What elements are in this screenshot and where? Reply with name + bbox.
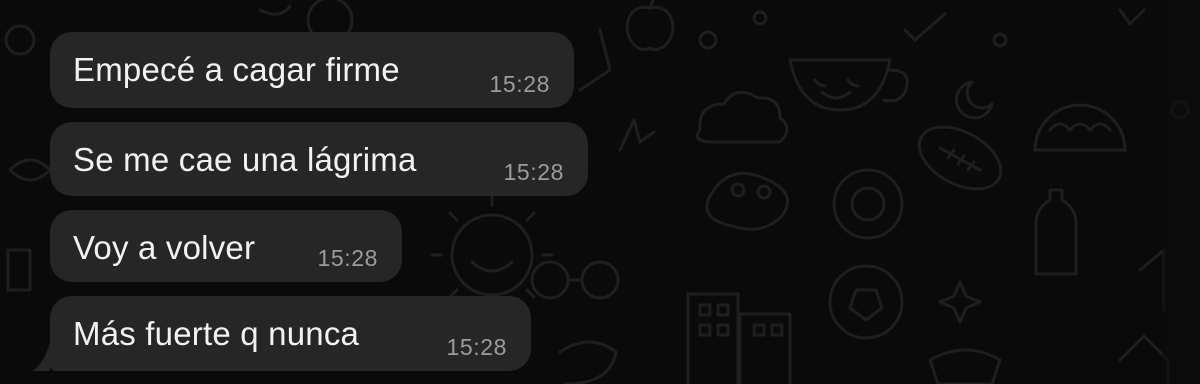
taco-icon: [1033, 103, 1127, 152]
building-icon: [686, 292, 792, 384]
apple-icon: [625, 0, 675, 51]
message-text: Se me cae una lágrima: [73, 141, 417, 178]
message-bubble[interactable]: Voy a volver 15:28: [50, 210, 402, 282]
blob-face-icon: [705, 171, 790, 231]
cloud-icon: [695, 90, 789, 144]
message-time: 15:28: [503, 159, 564, 185]
message-time: 15:28: [446, 334, 507, 360]
soccer-ball-icon: [828, 264, 904, 340]
message-time: 15:28: [489, 71, 550, 97]
message-time: 15:28: [317, 245, 378, 271]
message-bubble[interactable]: Empecé a cagar firme 15:28: [50, 32, 574, 108]
message-bubble[interactable]: Se me cae una lágrima 15:28: [50, 122, 588, 196]
glasses-icon: [530, 260, 620, 300]
moon-icon: [955, 80, 994, 120]
message-text: Empecé a cagar firme: [73, 51, 400, 88]
message-text: Voy a volver: [73, 229, 256, 266]
teacup-icon: [788, 58, 909, 112]
bubble-tail: [32, 342, 50, 371]
chat-view: Empecé a cagar firme 15:28 Se me cae una…: [0, 0, 1200, 384]
star-icon: [938, 280, 982, 324]
message-bubble[interactable]: Más fuerte q nunca 15:28: [50, 296, 531, 371]
turtle-icon: [832, 168, 904, 240]
football-icon: [917, 125, 1003, 191]
message-text: Más fuerte q nunca: [73, 315, 360, 352]
bottle-icon: [1034, 188, 1078, 276]
